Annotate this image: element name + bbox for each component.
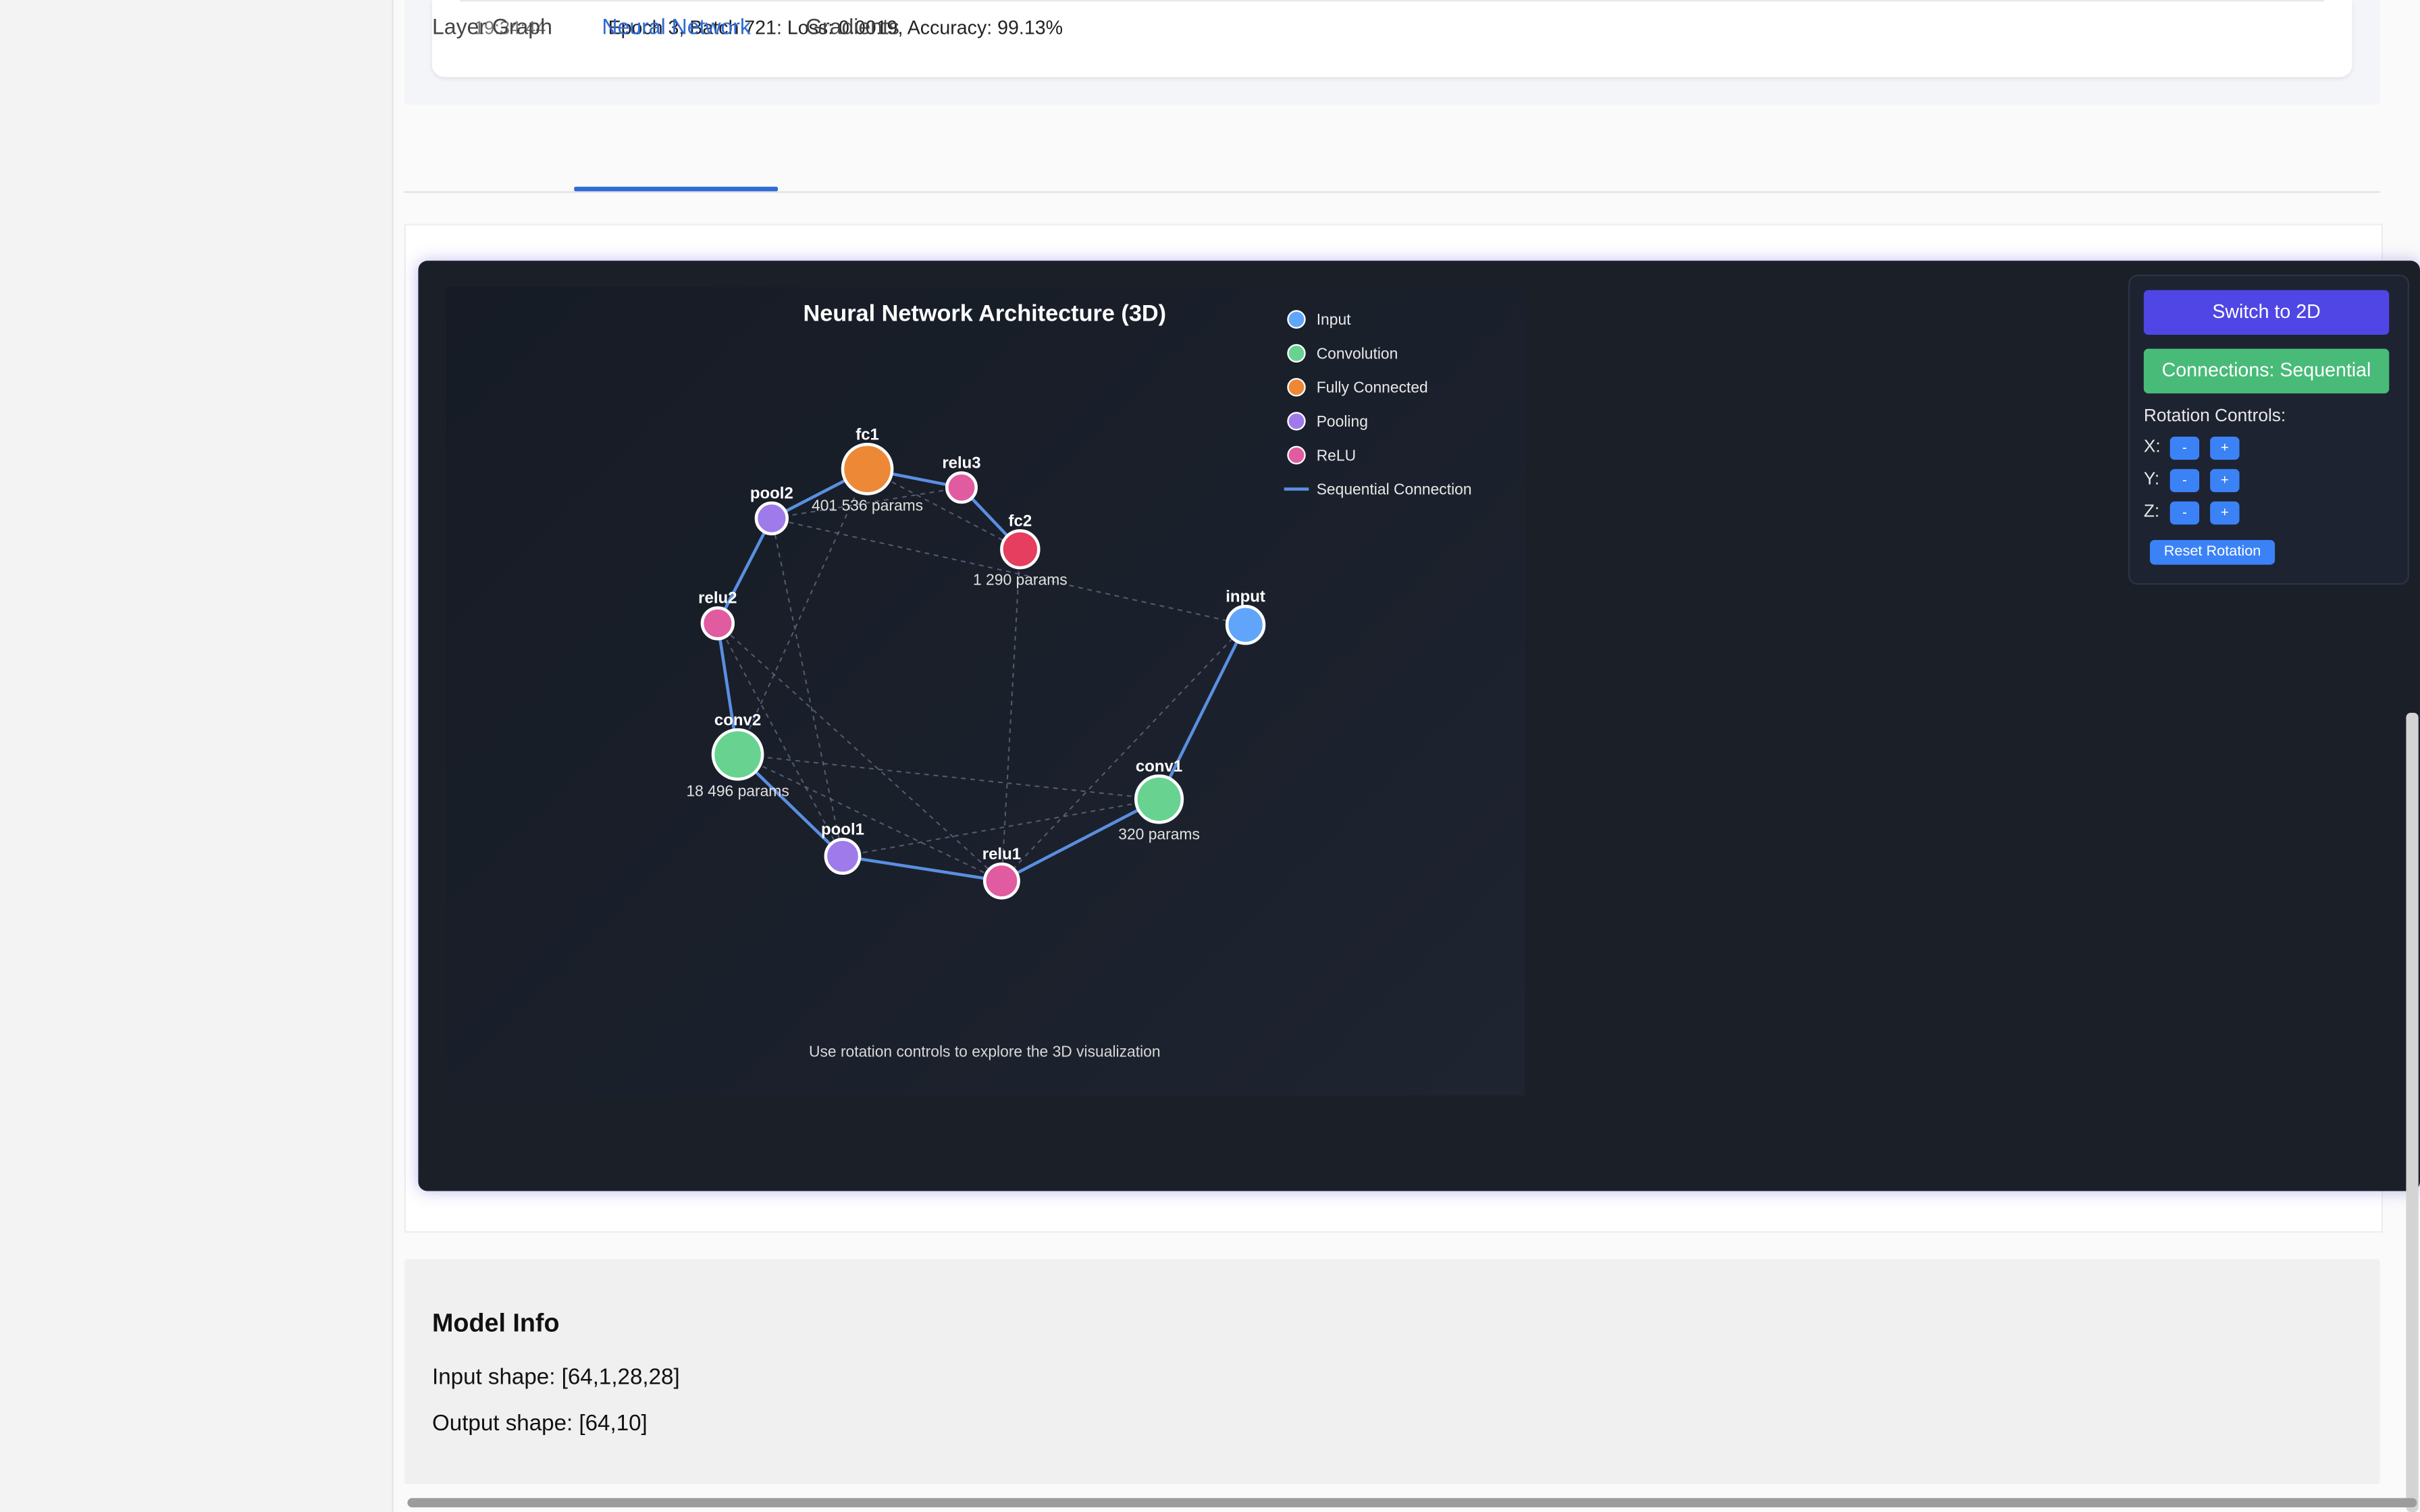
model-info-panel: [404, 1259, 2380, 1484]
tab-layer-graph[interactable]: Layer Graph: [432, 14, 552, 39]
rotate-z-minus-button[interactable]: -: [2169, 501, 2200, 525]
rotation-x-label: X:: [2143, 438, 2161, 457]
model-info-title: Model Info: [431, 1310, 560, 1338]
sidebar: [0, 0, 394, 1512]
rotate-x-plus-button[interactable]: +: [2210, 436, 2240, 460]
rotation-controls-title: Rotation Controls:: [2143, 407, 2286, 426]
rotate-z-plus-button[interactable]: +: [2210, 501, 2240, 525]
log-divider: [460, 0, 2325, 2]
active-tab-indicator: [574, 186, 778, 192]
horizontal-scrollbar[interactable]: [407, 1498, 2417, 1508]
reset-rotation-button[interactable]: Reset Rotation: [2149, 539, 2276, 565]
tab-gradients[interactable]: Gradients: [806, 14, 899, 39]
tab-bar: [404, 139, 2380, 193]
rotate-y-minus-button[interactable]: -: [2169, 468, 2200, 493]
vertical-scrollbar[interactable]: [2406, 712, 2419, 1512]
tab-neural-network[interactable]: Neural Network: [602, 14, 751, 39]
rotate-x-minus-button[interactable]: -: [2169, 436, 2200, 460]
switch-to-2d-button[interactable]: Switch to 2D: [2143, 290, 2390, 335]
network-canvas[interactable]: [446, 287, 1525, 1096]
output-shape: Output shape: [64,10]: [431, 1411, 648, 1436]
rotation-z-label: Z:: [2143, 503, 2160, 522]
rotation-y-label: Y:: [2143, 470, 2160, 489]
input-shape: Input shape: [64,1,28,28]: [431, 1365, 680, 1390]
rotate-y-plus-button[interactable]: +: [2210, 468, 2240, 493]
connections-toggle-button[interactable]: Connections: Sequential: [2143, 348, 2390, 394]
